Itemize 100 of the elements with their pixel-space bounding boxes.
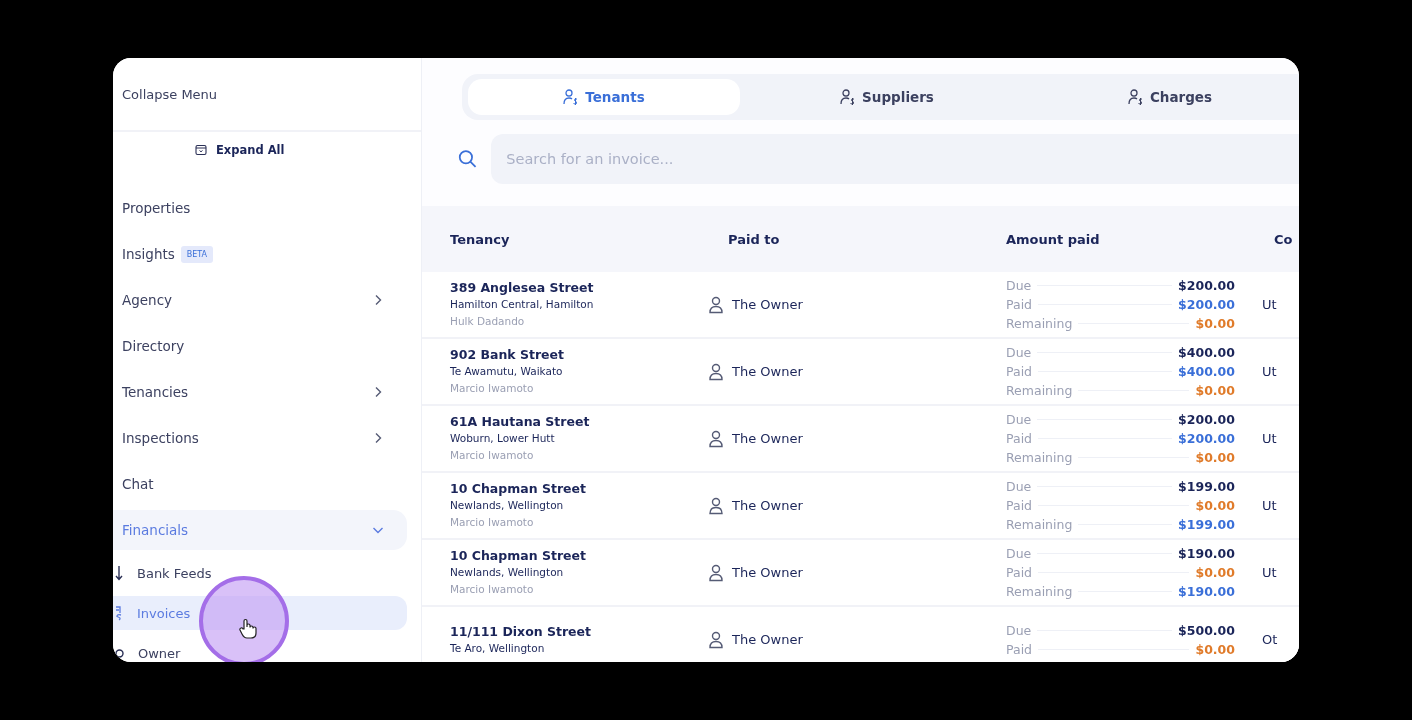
column-header: Amount paid — [1005, 231, 1101, 247]
nav-label: Insights — [122, 246, 175, 262]
tenant-name: Marcio Iwamoto — [450, 581, 535, 597]
suburb-city: Newlands, Wellington — [450, 497, 565, 513]
amount-label: Paid — [1006, 565, 1033, 580]
amount-value: $0.00 — [1195, 450, 1235, 465]
amount-value: $500.00 — [1178, 622, 1235, 638]
paid-to-name: The Owner — [732, 297, 803, 312]
arrow-down-icon — [115, 565, 123, 581]
street-address: 10 Chapman Street — [450, 479, 587, 498]
search-field[interactable]: Search for an invoice... — [491, 134, 1299, 184]
tab[interactable]: Charges — [1034, 79, 1299, 115]
calendar-icon — [195, 144, 207, 156]
person-dollar-icon — [563, 88, 580, 106]
person-icon — [708, 630, 724, 649]
amount-value: $199.00 — [1178, 479, 1235, 494]
nav-item[interactable]: Properties — [113, 188, 407, 228]
paid-to-name: The Owner — [732, 431, 803, 446]
expand-all-button[interactable]: Expand All — [193, 141, 287, 159]
amount-value: $0.00 — [1195, 383, 1235, 398]
amount-value: $190.00 — [1178, 584, 1235, 599]
amount-label: Due — [1006, 546, 1032, 561]
person-icon — [708, 496, 724, 515]
amount-label: Due — [1006, 622, 1032, 638]
paid-to-name: The Owner — [732, 498, 803, 513]
amount-label: Due — [1006, 278, 1032, 293]
amount-label: Due — [1006, 479, 1032, 494]
amount-value: $200.00 — [1178, 412, 1235, 427]
tenant-name: Marcio Iwamoto — [450, 380, 535, 396]
nav-label: Agency — [122, 292, 173, 308]
nav-label: Tenancies — [122, 384, 189, 400]
column-header: Co — [1273, 231, 1294, 247]
person-icon — [708, 362, 724, 381]
table-cell: Ut — [1262, 297, 1277, 312]
street-address: 10 Chapman Street — [450, 546, 587, 565]
nav-label: Properties — [122, 200, 191, 216]
amount-value: $200.00 — [1178, 431, 1235, 446]
suburb-city: Te Aro, Wellington — [450, 641, 546, 656]
amount-label: Paid — [1006, 431, 1033, 446]
person-dollar-icon — [1127, 88, 1144, 106]
nav-label: Chat — [122, 476, 154, 492]
table-cell: Ut — [1262, 431, 1277, 446]
amount-value: $0.00 — [1195, 641, 1235, 657]
search-icon — [458, 148, 478, 170]
person-icon — [708, 295, 724, 314]
hand-cursor-icon — [238, 618, 258, 640]
table-cell: Ut — [1262, 565, 1277, 580]
street-address: 902 Bank Street — [450, 345, 566, 364]
amount-label: Paid — [1006, 498, 1033, 513]
submenu-item[interactable]: Owner — [113, 636, 407, 662]
suburb-city: Woburn, Lower Hutt — [450, 430, 556, 446]
nav-item[interactable]: Inspections — [113, 418, 407, 458]
amount-label: Due — [1006, 345, 1032, 360]
amount-value: $0.00 — [1195, 565, 1235, 580]
amount-value: $400.00 — [1178, 345, 1235, 360]
amount-value: $0.00 — [1195, 316, 1235, 331]
table-cell: Ot — [1262, 632, 1278, 647]
suburb-city: Hamilton Central, Hamilton — [450, 296, 595, 312]
amount-value: $190.00 — [1178, 546, 1235, 561]
table-cell: Ut — [1262, 364, 1277, 379]
submenu-item[interactable]: Bank Feeds — [113, 556, 407, 590]
tenant-name: Hulk Dadando — [450, 313, 526, 329]
amount-value: $200.00 — [1178, 278, 1235, 293]
nav-item[interactable]: Chat — [113, 464, 407, 504]
tenant-name: Marcio Iwamoto — [450, 447, 535, 463]
tab[interactable]: Tenants — [468, 79, 740, 115]
nav-label: Directory — [122, 338, 185, 354]
street-address: 389 Anglesea Street — [450, 278, 595, 297]
amount-label: Due — [1006, 412, 1032, 427]
person-icon — [708, 563, 724, 582]
suburb-city: Newlands, Wellington — [450, 564, 565, 580]
beta-badge: BETA — [180, 245, 214, 263]
street-address: 11/111 Dixon Street — [450, 623, 593, 641]
nav-item[interactable]: Tenancies — [113, 372, 407, 412]
person-icon — [708, 429, 724, 448]
amount-label: Paid — [1006, 364, 1033, 379]
amount-label: Remaining — [1006, 517, 1073, 532]
suburb-city: Te Awamutu, Waikato — [450, 363, 564, 379]
amount-label: Remaining — [1006, 383, 1073, 398]
table-cell: Ut — [1262, 498, 1277, 513]
person-dollar-icon — [840, 88, 857, 106]
paid-to-name: The Owner — [732, 364, 803, 379]
nav-label: Inspections — [122, 430, 199, 446]
amount-label: Remaining — [1006, 316, 1073, 331]
amount-label: Paid — [1006, 641, 1033, 657]
nav-item[interactable]: Agency — [113, 280, 407, 320]
nav-item[interactable]: Directory — [113, 326, 407, 366]
column-header: Tenancy — [449, 231, 511, 247]
amount-label: Paid — [1006, 297, 1033, 312]
amount-value: $0.00 — [1195, 498, 1235, 513]
amount-value: $400.00 — [1178, 364, 1235, 379]
paid-to-name: The Owner — [732, 632, 803, 647]
nav-label: Financials — [122, 522, 189, 538]
nav-item[interactable]: Insights BETA — [113, 234, 407, 274]
amount-label: Remaining — [1006, 584, 1073, 599]
tab[interactable]: Suppliers — [751, 79, 1023, 115]
street-address: 61A Hautana Street — [450, 412, 591, 431]
nav-item[interactable]: Financials — [113, 510, 407, 550]
amount-value: $200.00 — [1178, 297, 1235, 312]
column-header: Paid to — [727, 231, 781, 247]
